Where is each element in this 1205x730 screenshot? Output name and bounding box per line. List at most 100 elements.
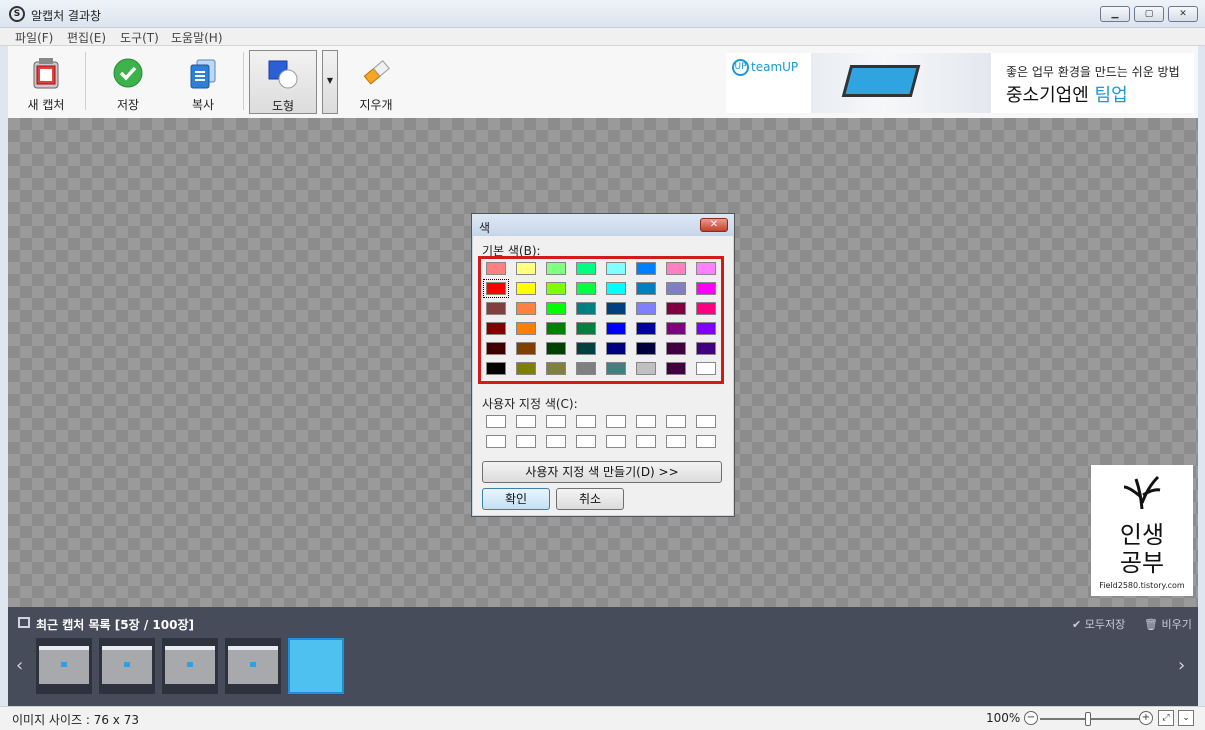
custom-color-swatch[interactable] bbox=[546, 415, 566, 428]
custom-color-swatch[interactable] bbox=[606, 415, 626, 428]
custom-color-swatch[interactable] bbox=[696, 415, 716, 428]
minimize-button[interactable]: ▁ bbox=[1100, 6, 1130, 22]
color-swatch[interactable] bbox=[576, 342, 596, 355]
color-swatch[interactable] bbox=[636, 342, 656, 355]
color-swatch[interactable] bbox=[486, 322, 506, 335]
color-swatch[interactable] bbox=[696, 362, 716, 375]
color-swatch[interactable] bbox=[666, 262, 686, 275]
capture-thumbnail[interactable] bbox=[162, 638, 218, 694]
menu-help[interactable]: 도움말(H) bbox=[171, 29, 223, 46]
color-swatch[interactable] bbox=[696, 342, 716, 355]
capture-thumbnail[interactable] bbox=[225, 638, 281, 694]
custom-color-swatch[interactable] bbox=[576, 435, 596, 448]
color-swatch[interactable] bbox=[606, 302, 626, 315]
color-swatch[interactable] bbox=[576, 322, 596, 335]
zoom-out-icon[interactable]: − bbox=[1024, 711, 1038, 725]
color-swatch[interactable] bbox=[606, 342, 626, 355]
color-swatch[interactable] bbox=[546, 362, 566, 375]
color-swatch[interactable] bbox=[576, 282, 596, 295]
save-button[interactable]: 저장 bbox=[94, 50, 162, 114]
color-swatch[interactable] bbox=[576, 262, 596, 275]
custom-color-swatch[interactable] bbox=[666, 435, 686, 448]
custom-color-swatch[interactable] bbox=[576, 415, 596, 428]
close-button[interactable]: ✕ bbox=[1168, 6, 1198, 22]
capture-thumbnail[interactable] bbox=[36, 638, 92, 694]
color-swatch[interactable] bbox=[696, 262, 716, 275]
color-swatch[interactable] bbox=[636, 322, 656, 335]
custom-color-swatch[interactable] bbox=[486, 415, 506, 428]
clear-button[interactable]: 🗑 비우기 bbox=[1144, 616, 1192, 632]
custom-color-swatch[interactable] bbox=[636, 435, 656, 448]
color-swatch[interactable] bbox=[606, 262, 626, 275]
color-swatch[interactable] bbox=[636, 282, 656, 295]
color-swatch[interactable] bbox=[606, 322, 626, 335]
color-swatch[interactable] bbox=[486, 362, 506, 375]
color-swatch[interactable] bbox=[606, 362, 626, 375]
color-swatch[interactable] bbox=[546, 302, 566, 315]
color-swatch[interactable] bbox=[636, 302, 656, 315]
color-swatch[interactable] bbox=[483, 279, 509, 298]
status-bar: 이미지 사이즈 : 76 x 73 100% − + ⤢ ⌄ bbox=[0, 706, 1205, 730]
menu-file[interactable]: 파일(F) bbox=[15, 29, 53, 46]
color-swatch[interactable] bbox=[486, 342, 506, 355]
custom-color-swatch[interactable] bbox=[636, 415, 656, 428]
copy-button[interactable]: 복사 bbox=[169, 50, 237, 114]
cancel-button[interactable]: 취소 bbox=[556, 488, 624, 510]
color-swatch[interactable] bbox=[516, 262, 536, 275]
custom-color-swatch[interactable] bbox=[666, 415, 686, 428]
color-swatch[interactable] bbox=[666, 362, 686, 375]
color-swatch[interactable] bbox=[546, 322, 566, 335]
next-arrow-icon[interactable]: › bbox=[1178, 655, 1185, 676]
color-swatch[interactable] bbox=[516, 322, 536, 335]
color-swatch[interactable] bbox=[516, 302, 536, 315]
ad-banner[interactable]: UP teamUP 좋은 업무 환경을 만드는 쉬운 방법 중소기업엔 팀업 bbox=[726, 53, 1194, 113]
capture-thumbnail-current[interactable] bbox=[288, 638, 344, 694]
color-swatch[interactable] bbox=[666, 322, 686, 335]
color-swatch[interactable] bbox=[636, 262, 656, 275]
expand-down-icon[interactable]: ⌄ bbox=[1178, 710, 1194, 726]
custom-color-swatch[interactable] bbox=[696, 435, 716, 448]
color-swatch[interactable] bbox=[486, 262, 506, 275]
color-swatch[interactable] bbox=[666, 282, 686, 295]
menu-tools[interactable]: 도구(T) bbox=[120, 29, 159, 46]
custom-color-swatch[interactable] bbox=[516, 415, 536, 428]
color-swatch[interactable] bbox=[696, 322, 716, 335]
color-swatch[interactable] bbox=[696, 282, 716, 295]
define-custom-colors-button[interactable]: 사용자 지정 색 만들기(D) >> bbox=[482, 461, 722, 483]
color-swatch[interactable] bbox=[606, 282, 626, 295]
zoom-slider-track[interactable] bbox=[1040, 718, 1144, 720]
color-swatch[interactable] bbox=[576, 302, 596, 315]
shape-button[interactable]: 도형 bbox=[249, 50, 317, 114]
eraser-button[interactable]: 지우개 bbox=[342, 50, 410, 114]
color-swatch[interactable] bbox=[486, 302, 506, 315]
color-swatch[interactable] bbox=[516, 342, 536, 355]
capture-thumbnail[interactable] bbox=[99, 638, 155, 694]
color-swatch[interactable] bbox=[516, 282, 536, 295]
color-swatch[interactable] bbox=[546, 262, 566, 275]
custom-color-swatch[interactable] bbox=[516, 435, 536, 448]
custom-color-swatch[interactable] bbox=[606, 435, 626, 448]
save-all-button[interactable]: ✔ 모두저장 bbox=[1072, 616, 1125, 632]
fit-window-icon[interactable]: ⤢ bbox=[1158, 710, 1174, 726]
color-swatch[interactable] bbox=[546, 282, 566, 295]
custom-color-swatch[interactable] bbox=[486, 435, 506, 448]
color-swatch[interactable] bbox=[636, 362, 656, 375]
custom-color-swatch[interactable] bbox=[546, 435, 566, 448]
color-swatch[interactable] bbox=[696, 302, 716, 315]
color-swatch[interactable] bbox=[516, 362, 536, 375]
color-swatch[interactable] bbox=[666, 342, 686, 355]
dialog-title-bar[interactable]: 색 ✕ bbox=[472, 214, 734, 236]
new-capture-button[interactable]: 새 캡처 bbox=[12, 50, 80, 114]
color-swatch[interactable] bbox=[576, 362, 596, 375]
prev-arrow-icon[interactable]: ‹ bbox=[16, 655, 23, 676]
ok-button[interactable]: 확인 bbox=[482, 488, 550, 510]
color-swatch[interactable] bbox=[546, 342, 566, 355]
maximize-button[interactable]: ▢ bbox=[1134, 6, 1164, 22]
new-capture-label: 새 캡처 bbox=[27, 98, 65, 112]
color-swatch[interactable] bbox=[666, 302, 686, 315]
menu-edit[interactable]: 편집(E) bbox=[67, 29, 106, 46]
zoom-slider-thumb[interactable] bbox=[1085, 712, 1091, 726]
zoom-in-icon[interactable]: + bbox=[1139, 711, 1153, 725]
shape-dropdown-arrow-icon[interactable]: ▼ bbox=[322, 50, 338, 114]
dialog-close-icon[interactable]: ✕ bbox=[700, 218, 728, 232]
